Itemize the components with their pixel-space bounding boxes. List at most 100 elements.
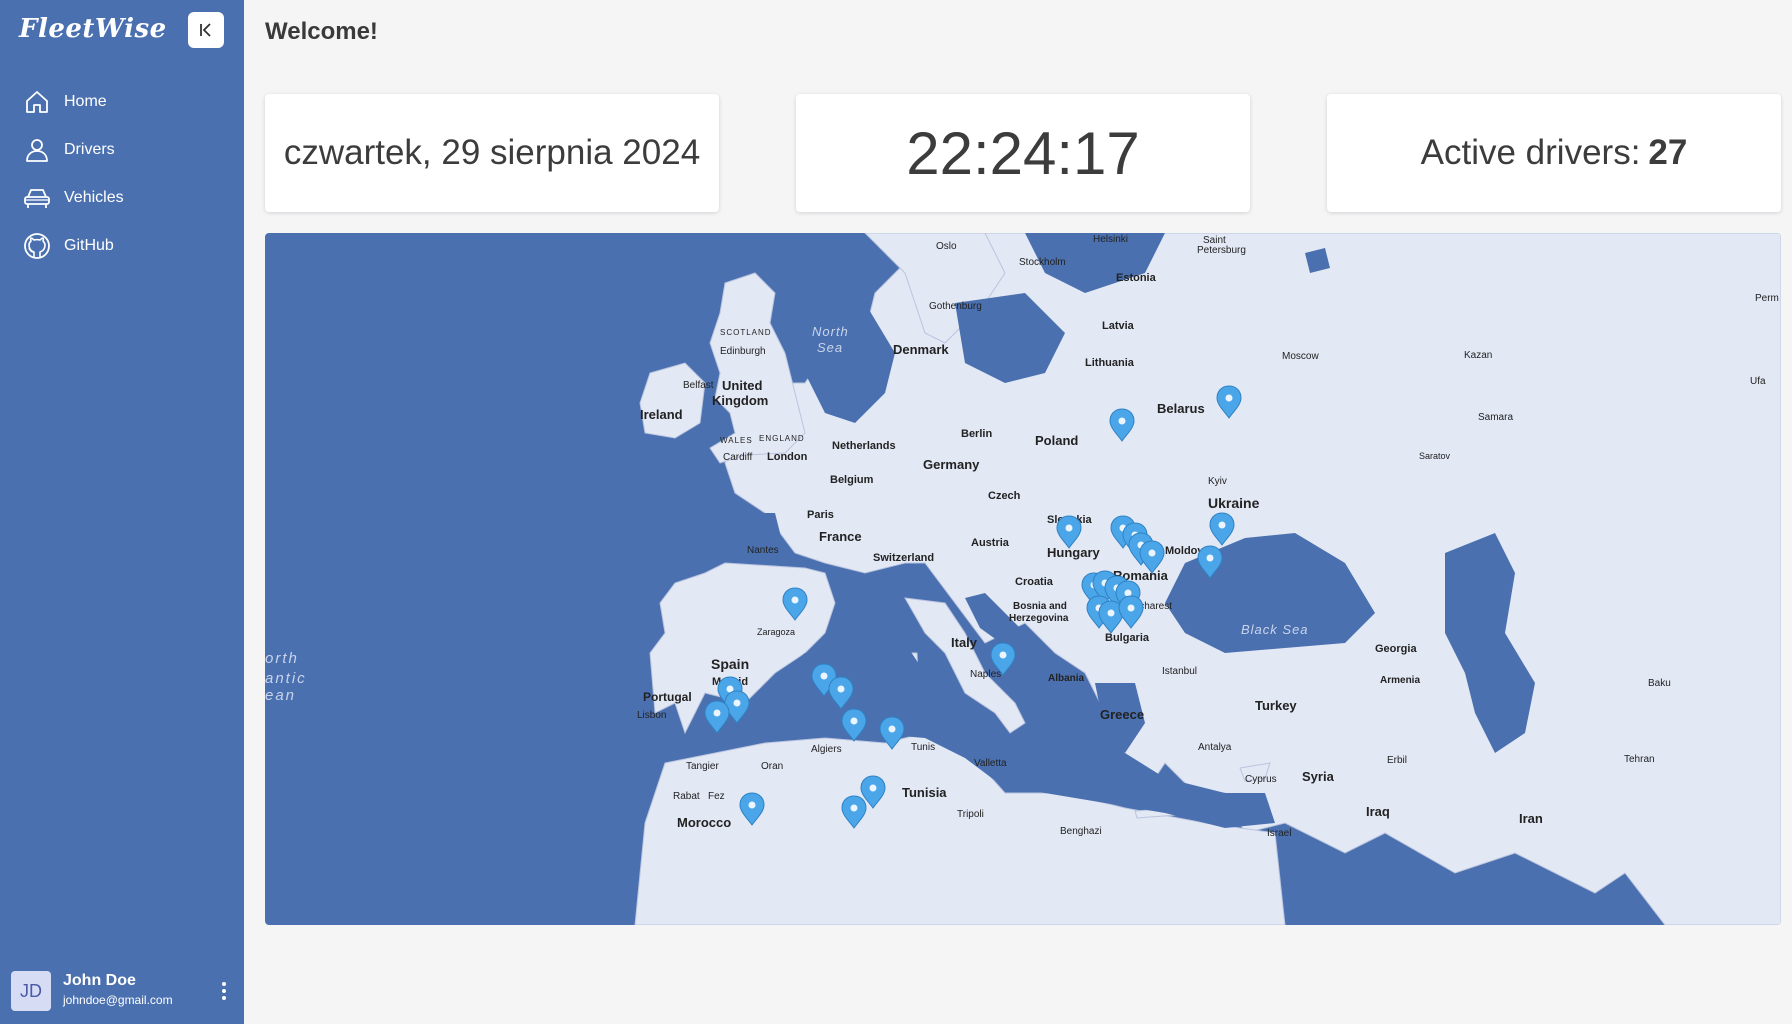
map-label: Greece bbox=[1100, 707, 1144, 722]
date-card: czwartek, 29 sierpnia 2024 bbox=[265, 94, 719, 212]
map-label: France bbox=[819, 529, 862, 544]
brand-logo: FleetWise bbox=[19, 14, 167, 44]
map-label: Tangier bbox=[686, 761, 719, 772]
sea-label: orth bbox=[265, 650, 299, 667]
map-label: Ireland bbox=[640, 407, 683, 422]
sidebar-item-drivers[interactable]: Drivers bbox=[0, 126, 244, 174]
vehicle-marker[interactable] bbox=[841, 708, 867, 742]
user-profile[interactable]: JD John Doe johndoe@gmail.com bbox=[0, 960, 244, 1024]
map-label: Helsinki bbox=[1093, 234, 1128, 245]
map-label: Fez bbox=[708, 791, 725, 802]
map-label: Switzerland bbox=[873, 552, 934, 564]
map-label: Ufa bbox=[1750, 376, 1766, 387]
github-icon bbox=[22, 231, 52, 261]
map-label: SCOTLAND bbox=[720, 328, 772, 337]
active-drivers-count: 27 bbox=[1648, 133, 1688, 172]
sea-label: antic bbox=[265, 670, 307, 687]
collapse-sidebar-button[interactable] bbox=[188, 12, 224, 48]
map-label: Lisbon bbox=[637, 710, 666, 721]
map-label: Denmark bbox=[893, 342, 949, 357]
more-vertical-icon bbox=[222, 981, 226, 986]
sidebar-nav: Home Drivers Vehicles GitHub bbox=[0, 78, 244, 270]
map-label: Bulgaria bbox=[1105, 632, 1150, 644]
user-email: johndoe@gmail.com bbox=[63, 993, 173, 1007]
map-label: Erbil bbox=[1387, 755, 1407, 766]
map-label: Czech bbox=[988, 490, 1021, 502]
map-label: Iran bbox=[1519, 811, 1543, 826]
sidebar-item-label: Drivers bbox=[64, 141, 115, 158]
map-label: Italy bbox=[951, 635, 978, 650]
map-label: Cardiff bbox=[723, 452, 752, 463]
map-label: Tripoli bbox=[957, 809, 984, 820]
map-label: Oslo bbox=[936, 241, 957, 252]
map-label: Naples bbox=[970, 669, 1001, 680]
clock-card: 22:24:17 bbox=[796, 94, 1250, 212]
map-label: Lithuania bbox=[1085, 357, 1135, 369]
active-drivers-label: Active drivers: bbox=[1420, 133, 1641, 172]
map-label: Zaragoza bbox=[757, 627, 795, 637]
map-label: Istanbul bbox=[1162, 666, 1197, 677]
map-label: Syria bbox=[1302, 769, 1335, 784]
map-label: Paris bbox=[807, 509, 834, 521]
map-label: Tunisia bbox=[902, 785, 947, 800]
sidebar-item-home[interactable]: Home bbox=[0, 78, 244, 126]
sea-label: ean bbox=[265, 687, 296, 704]
vehicle-marker[interactable] bbox=[724, 690, 750, 724]
fleet-map[interactable]: Ireland United Kingdom Denmark Netherlan… bbox=[265, 233, 1781, 925]
current-time: 22:24:17 bbox=[906, 119, 1140, 187]
map-label: Nantes bbox=[747, 545, 779, 556]
map-label: Belarus bbox=[1157, 401, 1205, 416]
map-label: Georgia bbox=[1375, 643, 1417, 655]
map-label: Perm bbox=[1755, 293, 1779, 304]
map-label: Benghazi bbox=[1060, 826, 1102, 837]
map-label: Stockholm bbox=[1019, 257, 1066, 268]
map-label: Herzegovina bbox=[1009, 613, 1069, 624]
map-label: Netherlands bbox=[832, 440, 896, 452]
vehicle-marker[interactable] bbox=[704, 700, 730, 734]
active-drivers-card: Active drivers: 27 bbox=[1327, 94, 1781, 212]
collapse-left-icon bbox=[200, 23, 211, 37]
map-label: Turkey bbox=[1255, 698, 1297, 713]
map-label: Spain bbox=[711, 656, 749, 672]
map-label: Baku bbox=[1648, 678, 1671, 689]
map-label: Valletta bbox=[974, 758, 1007, 769]
sidebar-item-label: Home bbox=[64, 93, 107, 110]
map-label: Tehran bbox=[1624, 754, 1655, 765]
sidebar-item-github[interactable]: GitHub bbox=[0, 222, 244, 270]
map-label: Germany bbox=[923, 457, 980, 472]
map-label: Albania bbox=[1048, 673, 1085, 684]
map-label: Cyprus bbox=[1245, 774, 1277, 785]
map-label: Kazan bbox=[1464, 350, 1492, 361]
map-label: Oran bbox=[761, 761, 783, 772]
map-canvas[interactable]: Ireland United Kingdom Denmark Netherlan… bbox=[265, 233, 1781, 925]
map-label: Tunis bbox=[911, 742, 935, 753]
current-date: czwartek, 29 sierpnia 2024 bbox=[283, 133, 701, 172]
map-label: ENGLAND bbox=[759, 434, 805, 443]
sidebar: FleetWise Home Drivers Vehicles GitHub J… bbox=[0, 0, 244, 1024]
sea-label: Sea bbox=[817, 340, 843, 355]
map-label: Armenia bbox=[1380, 675, 1420, 686]
map-label: Petersburg bbox=[1197, 245, 1246, 256]
map-label: Iraq bbox=[1366, 804, 1390, 819]
map-label: Estonia bbox=[1116, 272, 1157, 284]
page-title: Welcome! bbox=[265, 18, 378, 45]
map-label: Algiers bbox=[811, 744, 842, 755]
map-label: Hungary bbox=[1047, 545, 1101, 560]
sidebar-item-vehicles[interactable]: Vehicles bbox=[0, 174, 244, 222]
sidebar-item-label: Vehicles bbox=[64, 189, 124, 206]
map-label: Israel bbox=[1267, 828, 1291, 839]
map-label: Edinburgh bbox=[720, 346, 766, 357]
map-label: Moscow bbox=[1282, 351, 1319, 362]
sea-label: Black Sea bbox=[1241, 622, 1309, 637]
avatar: JD bbox=[11, 971, 51, 1011]
map-label: Samara bbox=[1478, 412, 1513, 423]
map-label: Saratov bbox=[1419, 451, 1451, 461]
map-label: Poland bbox=[1035, 433, 1078, 448]
car-icon bbox=[22, 183, 52, 213]
sidebar-item-label: GitHub bbox=[64, 237, 114, 254]
map-label: WALES bbox=[720, 436, 753, 445]
user-menu-button[interactable] bbox=[218, 980, 230, 1002]
map-label: Bosnia and bbox=[1013, 601, 1067, 612]
map-label: Rabat bbox=[673, 791, 700, 802]
map-label: Antalya bbox=[1198, 742, 1232, 753]
